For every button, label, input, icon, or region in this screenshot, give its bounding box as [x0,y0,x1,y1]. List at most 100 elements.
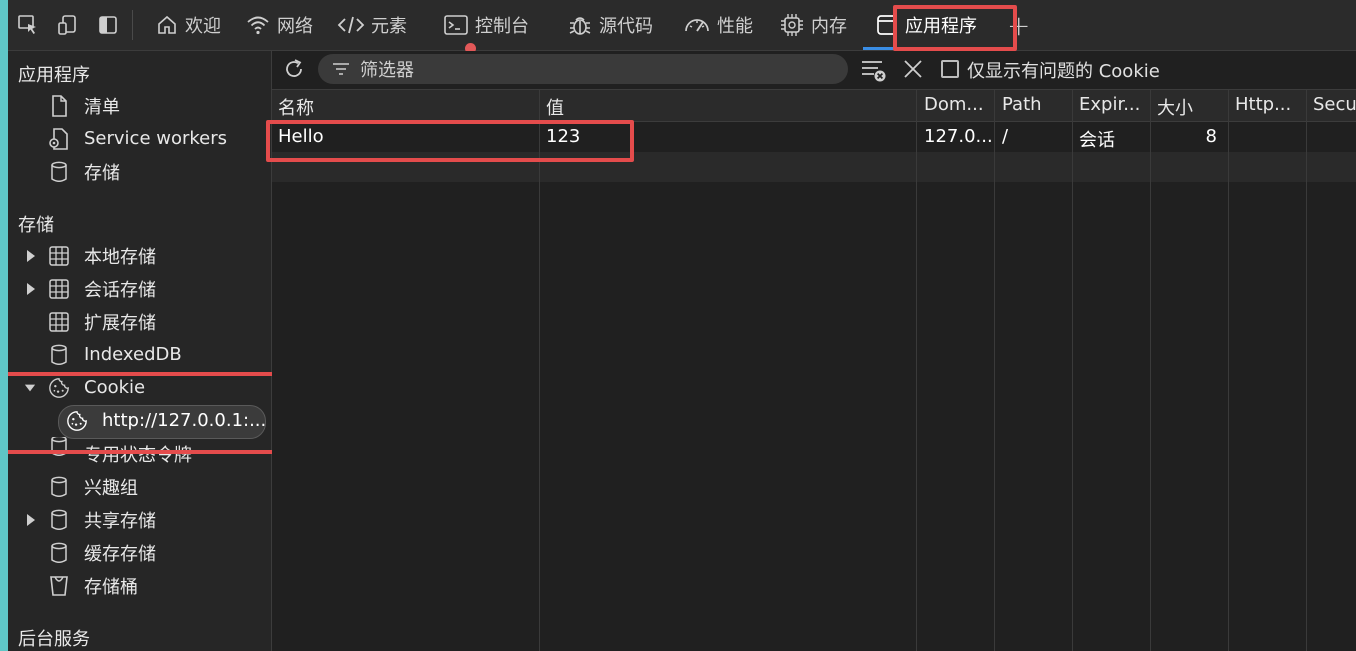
column-divider [539,90,540,651]
sidebar-item-storage-buckets[interactable]: 存储桶 [8,569,271,602]
tab-label: 欢迎 [185,16,221,37]
sidebar-item-extension-storage[interactable]: 扩展存储 [8,305,271,338]
sidebar-item-label: 本地存储 [84,246,156,268]
grid-icon [48,278,70,300]
tab-label: 元素 [371,16,407,37]
column-header-path[interactable]: Path [1002,94,1072,115]
sidebar-item-interest-groups[interactable]: 兴趣组 [8,470,271,503]
expand-arrow-icon[interactable] [24,513,36,527]
column-header-size[interactable]: 大小 [1157,94,1227,120]
section-title-application: 应用程序 [18,65,90,86]
cookie-icon [66,410,88,432]
table-row-empty [272,152,1356,182]
filter-placeholder: 筛选器 [360,60,414,81]
cookie-name-cell: Hello [278,126,324,147]
filter-input[interactable]: 筛选器 [318,54,848,84]
sidebar-item-label: 会话存储 [84,279,156,301]
database-icon [48,542,70,564]
sidebar-item-label: IndexedDB [84,344,182,365]
tab-performance[interactable]: 性能 [671,0,765,50]
section-title-background-services: 后台服务 [18,629,90,650]
home-icon [158,15,176,34]
column-header-http[interactable]: Http... [1235,94,1305,115]
sidebar-item-label: 存储桶 [84,576,138,598]
tab-welcome[interactable]: 欢迎 [143,0,233,50]
tab-label: 控制台 [475,16,529,37]
collapse-arrow-icon[interactable] [24,381,36,395]
gauge-icon [685,19,709,32]
sidebar-item-manifest[interactable]: 清单 [8,89,271,122]
cookie-domain-cell: 127.0... [924,126,993,147]
top-tab-bar: 欢迎 网络 元素 控制台 源代码 性能 内存 应用程序 + [8,0,1356,54]
cookie-toolbar: 筛选器 仅显示有问题的 Cookie [272,51,1356,90]
clear-all-cookies-icon[interactable] [860,57,888,88]
sidebar: 应用程序 清单 Service workers 存储 存储 本地存储 会话存储 … [8,51,272,651]
sidebar-item-indexeddb[interactable]: IndexedDB [8,338,271,371]
sidebar-item-private-state-tokens[interactable]: 专用状态令牌 [8,437,271,463]
devtools-window: 欢迎 网络 元素 控制台 源代码 性能 内存 应用程序 + 应用程序 清单 Se… [8,0,1356,651]
column-divider [1228,90,1229,651]
database-icon [48,344,70,366]
sidebar-item-local-storage[interactable]: 本地存储 [8,239,271,272]
sidebar-item-session-storage[interactable]: 会话存储 [8,272,271,305]
section-title-storage: 存储 [18,215,54,236]
tab-application[interactable]: 应用程序 [863,0,989,50]
sidebar-item-shared-storage[interactable]: 共享存储 [8,503,271,536]
tab-memory[interactable]: 内存 [767,0,859,50]
toggle-sidebar-icon[interactable] [88,0,128,50]
inspect-element-icon[interactable] [8,0,48,50]
toolbar-divider [132,10,133,40]
sidebar-item-label: 缓存存储 [84,543,156,565]
database-icon [48,437,70,457]
tab-sources[interactable]: 源代码 [555,0,665,50]
tab-label: 应用程序 [905,16,977,37]
table-row[interactable]: Hello 123 127.0... / 会话 8 [272,122,1356,152]
sidebar-item-label: 扩展存储 [84,312,156,334]
column-divider [916,90,917,651]
sidebar-item-cookie-origin[interactable]: http://127.0.0.1:... [8,404,271,437]
sidebar-item-storage[interactable]: 存储 [8,155,271,188]
tab-console[interactable]: 控制台 [431,0,541,54]
cookie-table: 名称 值 Dom... Path Expir... 大小 Http... Sec… [272,90,1356,651]
refresh-icon[interactable] [282,57,306,86]
bug-icon [569,17,591,35]
database-icon [48,476,70,498]
device-emulation-icon[interactable] [48,0,88,50]
column-header-secure[interactable]: Secur [1313,94,1356,115]
table-header: 名称 值 Dom... Path Expir... 大小 Http... Sec… [272,90,1356,122]
column-divider [1306,90,1307,651]
expand-arrow-icon[interactable] [24,249,36,263]
tab-elements[interactable]: 元素 [325,0,419,50]
window-icon [877,15,897,35]
cookie-expires-cell: 会话 [1079,130,1115,151]
sidebar-item-label: 专用状态令牌 [84,445,192,463]
delete-selected-icon[interactable] [902,58,924,85]
code-icon [337,16,365,34]
plus-icon: + [1007,8,1031,42]
console-icon [443,13,476,54]
only-issues-checkbox[interactable] [941,60,959,78]
column-header-name[interactable]: 名称 [278,94,533,120]
sidebar-item-cache-storage[interactable]: 缓存存储 [8,536,271,569]
column-header-domain[interactable]: Dom... [924,94,994,115]
sidebar-item-label: Service workers [84,128,228,149]
cookie-icon [48,377,70,399]
column-header-value[interactable]: 值 [546,94,916,120]
database-icon [48,161,70,183]
sidebar-item-label: http://127.0.0.1:... [102,410,267,431]
tab-network[interactable]: 网络 [233,0,325,50]
sidebar-item-service-workers[interactable]: Service workers [8,122,271,155]
document-icon [48,94,70,117]
cookie-value-cell: 123 [546,126,581,147]
sidebar-item-label: Cookie [84,377,146,398]
sidebar-item-cookie[interactable]: Cookie [8,371,271,404]
tab-label: 内存 [811,16,847,37]
add-tab-button[interactable]: + [995,0,1042,50]
chip-icon [781,14,803,36]
column-header-expires[interactable]: Expir... [1079,94,1149,115]
expand-arrow-icon[interactable] [24,282,36,296]
column-divider [1072,90,1073,651]
cookie-path-cell: / [1002,126,1009,147]
sidebar-item-label: 兴趣组 [84,477,138,499]
database-icon [48,509,70,531]
